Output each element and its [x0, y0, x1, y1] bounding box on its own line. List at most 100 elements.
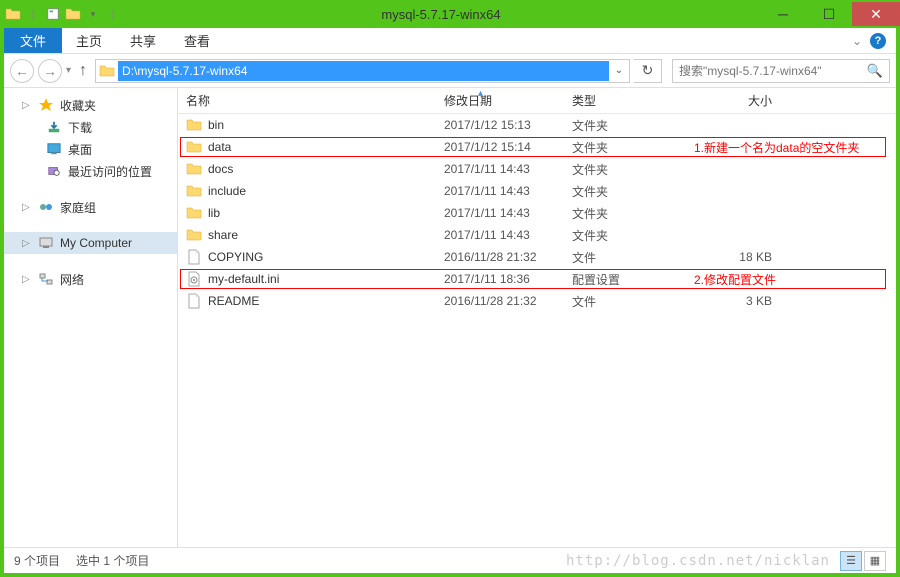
search-icon[interactable]: 🔍 — [867, 63, 883, 79]
file-name: share — [208, 228, 238, 242]
file-name: docs — [208, 162, 233, 176]
homegroup-label: 家庭组 — [60, 199, 96, 216]
sidebar-computer[interactable]: ▷ My Computer — [4, 232, 177, 254]
column-date[interactable]: 修改日期 — [436, 88, 564, 113]
column-name[interactable]: 名称 — [178, 88, 436, 113]
file-size: 18 KB — [680, 250, 780, 264]
open-folder-icon[interactable] — [64, 5, 82, 23]
file-row[interactable]: data 2017/1/12 15:14文件夹 — [178, 136, 896, 158]
ribbon-tabs: 文件 主页 共享 查看 ⌄ ? — [4, 28, 896, 54]
folder-icon — [186, 205, 202, 221]
expand-ribbon-icon[interactable]: ⌄ — [852, 34, 862, 48]
address-bar[interactable]: D:\mysql-5.7.17-winx64 ⌄ — [95, 59, 630, 83]
sidebar-recent[interactable]: 最近访问的位置 — [4, 160, 177, 182]
folder-icon — [96, 63, 118, 79]
back-button[interactable]: ← — [10, 59, 34, 83]
collapse-icon[interactable]: ▷ — [22, 238, 32, 249]
file-type: 文件夹 — [564, 183, 680, 200]
file-name: data — [208, 140, 231, 154]
share-tab[interactable]: 共享 — [116, 28, 170, 53]
file-type: 配置设置 — [564, 271, 680, 288]
recent-icon — [46, 163, 62, 179]
refresh-button[interactable]: ↻ — [634, 59, 662, 83]
folder-icon — [186, 227, 202, 243]
sidebar-homegroup[interactable]: ▷ 家庭组 — [4, 196, 177, 218]
file-rows: 1.新建一个名为data的空文件夹 2.修改配置文件 bin2017/1/12 … — [178, 114, 896, 547]
separator: | — [104, 5, 122, 23]
home-tab[interactable]: 主页 — [62, 28, 116, 53]
properties-icon[interactable] — [44, 5, 62, 23]
column-size[interactable]: 大小 — [680, 88, 780, 113]
search-input[interactable] — [679, 64, 867, 78]
sidebar-favorites[interactable]: ▷ 收藏夹 — [4, 94, 177, 116]
up-button[interactable]: ↑ — [75, 62, 91, 80]
file-type: 文件夹 — [564, 139, 680, 156]
file-name: my-default.ini — [208, 272, 279, 286]
collapse-icon[interactable]: ▷ — [22, 274, 32, 285]
window-controls: ─ ☐ ✕ — [760, 2, 900, 26]
quick-access-toolbar: | ▾ | — [4, 5, 122, 23]
window-title: mysql-5.7.17-winx64 — [122, 7, 760, 22]
file-date: 2017/1/12 15:14 — [436, 140, 564, 154]
file-row[interactable]: README2016/11/28 21:32文件3 KB — [178, 290, 896, 312]
collapse-icon[interactable]: ▷ — [22, 100, 32, 111]
file-row[interactable]: share2017/1/11 14:43文件夹 — [178, 224, 896, 246]
help-icon[interactable]: ? — [870, 33, 886, 49]
file-size: 3 KB — [680, 294, 780, 308]
network-icon — [38, 271, 54, 287]
collapse-icon[interactable]: ▷ — [22, 202, 32, 213]
file-name: lib — [208, 206, 220, 220]
folder-icon — [186, 183, 202, 199]
file-tab[interactable]: 文件 — [4, 28, 62, 53]
icons-view-button[interactable]: ▦ — [864, 551, 886, 571]
search-box[interactable]: 🔍 — [672, 59, 890, 83]
file-row[interactable]: bin2017/1/12 15:13文件夹 — [178, 114, 896, 136]
file-name: include — [208, 184, 246, 198]
file-row[interactable]: include2017/1/11 14:43文件夹 — [178, 180, 896, 202]
address-path[interactable]: D:\mysql-5.7.17-winx64 — [118, 61, 609, 81]
file-row[interactable]: docs2017/1/11 14:43文件夹 — [178, 158, 896, 180]
folder-icon — [186, 139, 202, 155]
file-date: 2017/1/11 14:43 — [436, 206, 564, 220]
sidebar-network[interactable]: ▷ 网络 — [4, 268, 177, 290]
network-label: 网络 — [60, 271, 84, 288]
view-toggle: ☰ ▦ — [840, 551, 886, 571]
sidebar-item-label: 下载 — [68, 119, 92, 136]
file-name: bin — [208, 118, 224, 132]
file-type: 文件 — [564, 293, 680, 310]
view-tab[interactable]: 查看 — [170, 28, 224, 53]
navigation-bar: ← → ▾ ↑ D:\mysql-5.7.17-winx64 ⌄ ↻ 🔍 — [4, 54, 896, 88]
column-headers: ▴ 名称 修改日期 类型 大小 — [178, 88, 896, 114]
address-dropdown-icon[interactable]: ⌄ — [609, 65, 629, 76]
file-date: 2017/1/12 15:13 — [436, 118, 564, 132]
download-icon — [46, 119, 62, 135]
titlebar: | ▾ | mysql-5.7.17-winx64 ─ ☐ ✕ — [0, 0, 900, 28]
file-row[interactable]: COPYING2016/11/28 21:32文件18 KB — [178, 246, 896, 268]
folder-icon — [4, 5, 22, 23]
minimize-button[interactable]: ─ — [760, 2, 806, 26]
close-button[interactable]: ✕ — [852, 2, 900, 26]
dropdown-icon[interactable]: ▾ — [84, 5, 102, 23]
file-row[interactable]: my-default.ini2017/1/11 18:36配置设置 — [178, 268, 896, 290]
sidebar-desktop[interactable]: 桌面 — [4, 138, 177, 160]
maximize-button[interactable]: ☐ — [806, 2, 852, 26]
watermark: http://blog.csdn.net/nicklan — [566, 553, 830, 569]
separator: | — [24, 5, 42, 23]
file-list: ▴ 名称 修改日期 类型 大小 1.新建一个名为data的空文件夹 2.修改配置… — [178, 88, 896, 547]
favorites-label: 收藏夹 — [60, 97, 96, 114]
sidebar-downloads[interactable]: 下载 — [4, 116, 177, 138]
history-dropdown-icon[interactable]: ▾ — [66, 65, 71, 76]
file-icon — [186, 249, 202, 265]
file-date: 2016/11/28 21:32 — [436, 250, 564, 264]
status-bar: 9 个项目 选中 1 个项目 http://blog.csdn.net/nick… — [4, 547, 896, 573]
navigation-pane: ▷ 收藏夹 下载 桌面 最近访问的位置 — [4, 88, 178, 547]
forward-button[interactable]: → — [38, 59, 62, 83]
details-view-button[interactable]: ☰ — [840, 551, 862, 571]
item-count: 9 个项目 — [14, 552, 60, 569]
file-row[interactable]: lib2017/1/11 14:43文件夹 — [178, 202, 896, 224]
file-icon — [186, 293, 202, 309]
column-type[interactable]: 类型 — [564, 88, 680, 113]
selected-count: 选中 1 个项目 — [76, 552, 149, 569]
file-date: 2017/1/11 14:43 — [436, 228, 564, 242]
sidebar-item-label: 最近访问的位置 — [68, 163, 152, 180]
